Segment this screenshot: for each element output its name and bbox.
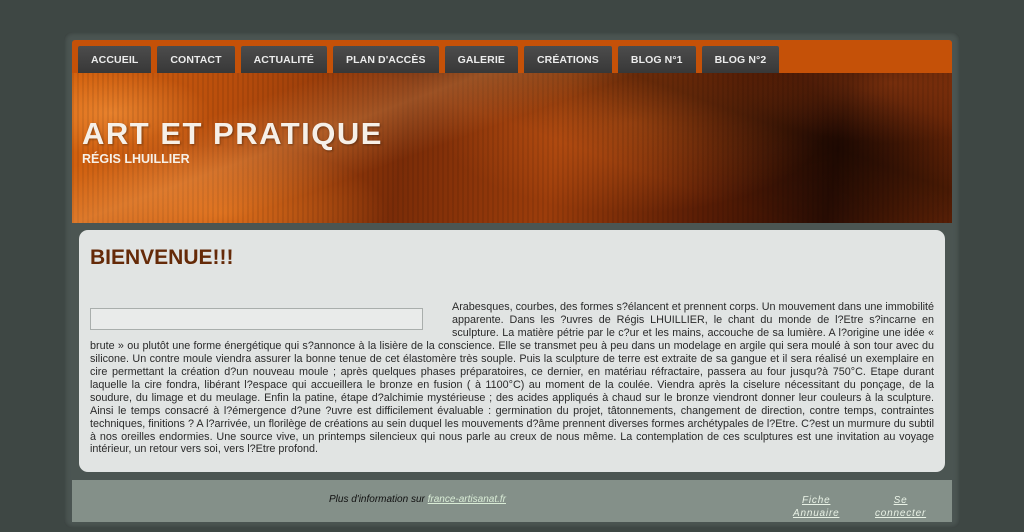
footer: Plus d'information sur france-artisanat.… <box>72 480 952 522</box>
nav-item-blog-1[interactable]: BLOG N°1 <box>617 46 696 73</box>
site-title: ART ET PRATIQUE <box>82 116 383 151</box>
fiche-annuaire-line1: Fiche <box>801 495 831 506</box>
content-panel: BIENVENUE!!! Arabesques, courbes, des fo… <box>79 230 945 472</box>
footer-artisanat-link[interactable]: france-artisanat.fr <box>428 494 506 505</box>
article-body: Arabesques, courbes, des formes s?élance… <box>90 301 934 456</box>
nav-item-creations[interactable]: CRÉATIONS <box>523 46 612 73</box>
main-nav: ACCUEIL CONTACT ACTUALITÉ PLAN D'ACCÈS G… <box>72 40 952 73</box>
login-line2: connecter <box>875 508 927 519</box>
nav-item-plan-acces[interactable]: PLAN D'ACCÈS <box>333 46 439 73</box>
login-link[interactable]: Se connecter <box>875 494 926 520</box>
nav-item-blog-2[interactable]: BLOG N°2 <box>701 46 780 73</box>
nav-item-actualite[interactable]: ACTUALITÉ <box>240 46 328 73</box>
login-line1: Se <box>893 495 908 506</box>
page-title: BIENVENUE!!! <box>90 246 234 269</box>
nav-item-contact[interactable]: CONTACT <box>157 46 235 73</box>
nav-item-galerie[interactable]: GALERIE <box>444 46 518 73</box>
footer-info-text: Plus d'information sur <box>329 494 428 505</box>
site-subtitle: RÉGIS LHUILLIER <box>82 152 190 166</box>
fiche-annuaire-line2: Annuaire <box>793 508 840 519</box>
fiche-annuaire-link[interactable]: Fiche Annuaire <box>793 494 839 520</box>
media-placeholder <box>90 308 423 330</box>
header-banner: ART ET PRATIQUE RÉGIS LHUILLIER <box>72 73 952 223</box>
footer-info: Plus d'information sur france-artisanat.… <box>329 494 506 505</box>
nav-item-accueil[interactable]: ACCUEIL <box>78 46 152 73</box>
